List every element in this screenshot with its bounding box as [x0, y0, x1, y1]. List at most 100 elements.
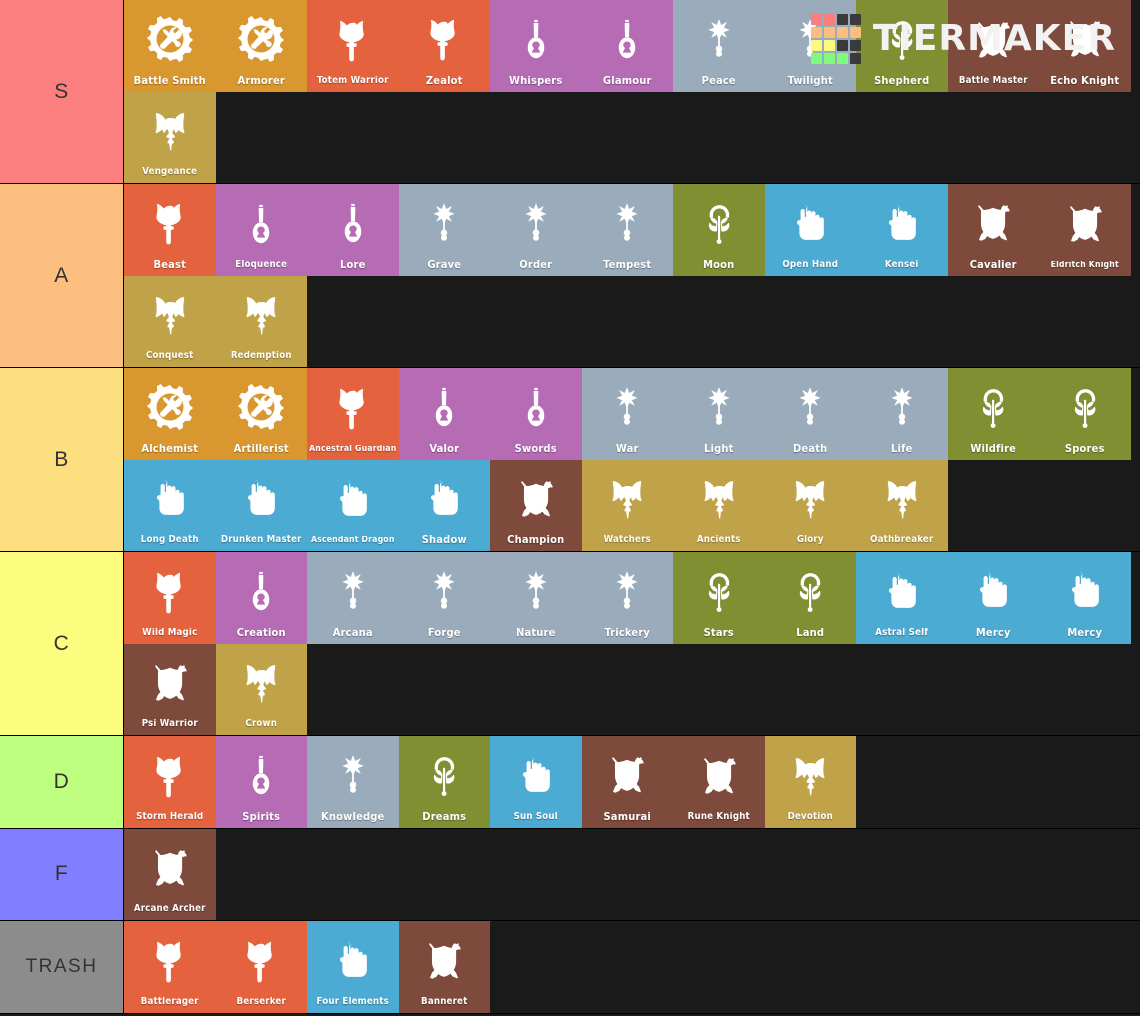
tier-items-d[interactable]: Storm Herald Spirits Knowledge Dreams Su… — [124, 736, 1140, 828]
tier-item-label: Glamour — [602, 74, 652, 87]
druid-staff-icon — [673, 552, 765, 627]
tier-item-tile[interactable]: Moon — [673, 184, 765, 276]
tier-item-tile[interactable]: Death — [764, 368, 856, 460]
tier-item-tile[interactable]: Oathbreaker — [856, 459, 948, 551]
tier-item-tile[interactable]: Forge — [398, 552, 490, 644]
tier-item-tile[interactable]: Mercy — [947, 552, 1039, 644]
fist-icon — [490, 736, 582, 812]
tier-item-label: Alchemist — [141, 442, 199, 455]
tier-item-tile[interactable]: Tempest — [581, 184, 673, 276]
tier-item-tile[interactable]: Spirits — [215, 736, 307, 828]
tier-item-tile[interactable]: Valor — [398, 368, 490, 460]
tier-label-a[interactable]: A — [0, 184, 124, 367]
logo-grid — [810, 14, 861, 64]
tier-item-tile[interactable]: Trickery — [581, 552, 673, 644]
tier-item-tile[interactable]: Ancestral Guardian — [307, 368, 399, 460]
tier-item-tile[interactable]: Watchers — [581, 459, 673, 551]
tier-item-label: Ascendant Dragon — [310, 536, 395, 546]
tier-item-label: Ancients — [696, 535, 741, 546]
tier-item-tile[interactable]: Swords — [490, 368, 582, 460]
holy-mace-icon — [307, 552, 399, 627]
tier-item-tile[interactable]: Conquest — [124, 275, 216, 367]
tier-item-tile[interactable]: Battlerager — [124, 921, 216, 1013]
tier-item-tile[interactable]: Redemption — [215, 275, 307, 367]
tier-item-tile[interactable]: Samurai — [581, 736, 673, 828]
tier-item-tile[interactable]: Astral Self — [856, 552, 948, 644]
tier-items-c[interactable]: Wild Magic Creation Arcana Forge Nature — [124, 552, 1140, 735]
tier-item-tile[interactable]: Glamour — [581, 0, 673, 92]
tier-item-tile[interactable]: Order — [490, 184, 582, 276]
tier-item-tile[interactable]: Nature — [490, 552, 582, 644]
tier-item-tile[interactable]: Stars — [673, 552, 765, 644]
tier-label-b[interactable]: B — [0, 368, 124, 551]
tier-item-tile[interactable]: Spores — [1039, 368, 1131, 460]
tier-label-d[interactable]: D — [0, 736, 124, 828]
tier-item-tile[interactable]: Light — [673, 368, 765, 460]
tier-label-c[interactable]: C — [0, 552, 124, 735]
tier-item-tile[interactable]: Eldritch Knight — [1039, 184, 1131, 276]
tier-label-f[interactable]: F — [0, 828, 124, 920]
tier-item-tile[interactable]: Shadow — [398, 459, 490, 551]
tier-item-tile[interactable]: Drunken Master — [215, 459, 308, 551]
tier-item-tile[interactable]: Armorer — [215, 0, 307, 92]
tier-item-tile[interactable]: Banneret — [398, 921, 490, 1013]
tier-item-tile[interactable]: Crown — [215, 643, 307, 735]
tier-item-tile[interactable]: Knowledge — [307, 736, 399, 828]
tier-item-tile[interactable]: Mercy — [1039, 552, 1131, 644]
tier-items-f[interactable]: Arcane Archer — [124, 828, 1140, 920]
tier-item-tile[interactable]: Dreams — [398, 736, 490, 828]
tier-item-tile[interactable]: Ancients — [673, 459, 765, 551]
tier-item-tile[interactable]: Arcane Archer — [124, 828, 216, 920]
tier-item-tile[interactable]: Creation — [215, 552, 307, 644]
tier-items-trash[interactable]: Battlerager Berserker Four Elements Bann… — [124, 921, 1140, 1013]
tier-item-tile[interactable]: Cavalier — [947, 184, 1039, 276]
tier-item-tile[interactable]: Zealot — [398, 0, 490, 92]
tier-label-s[interactable]: S — [0, 0, 124, 183]
tier-item-tile[interactable]: Long Death — [124, 459, 216, 551]
tier-item-label: Sun Soul — [513, 811, 558, 822]
tier-row-a: A Beast Eloquence Lore Grave Order Tempe… — [0, 184, 1140, 368]
tier-item-tile[interactable]: Totem Warrior — [307, 0, 399, 92]
tier-item-label: Battlerager — [140, 996, 199, 1007]
tier-item-tile[interactable]: Glory — [764, 459, 856, 551]
tier-item-tile[interactable]: Wildfire — [947, 368, 1039, 460]
tier-item-tile[interactable]: Vengeance — [124, 91, 216, 183]
holy-mace-icon — [673, 368, 765, 443]
tier-item-tile[interactable]: Eloquence — [215, 184, 307, 276]
tier-item-tile[interactable]: Storm Herald — [124, 736, 216, 828]
tier-item-tile[interactable]: Lore — [307, 184, 399, 276]
tier-item-tile[interactable]: Alchemist — [124, 368, 216, 460]
tier-item-tile[interactable]: Rune Knight — [673, 736, 765, 828]
tier-items-a[interactable]: Beast Eloquence Lore Grave Order Tempest — [124, 184, 1140, 367]
tier-item-tile[interactable]: Artillerist — [215, 368, 307, 460]
tier-item-tile[interactable]: Four Elements — [307, 921, 399, 1013]
tier-label-trash[interactable]: TRASH — [0, 921, 124, 1013]
tier-item-tile[interactable]: Arcana — [307, 552, 399, 644]
tier-item-tile[interactable]: Champion — [490, 459, 582, 551]
fist-icon — [216, 460, 308, 536]
tier-item-tile[interactable]: Devotion — [764, 736, 856, 828]
tiermaker-logo: TIERMAKER — [810, 14, 1116, 64]
battleaxe-icon — [307, 0, 399, 76]
logo-grid-cell-10 — [836, 40, 848, 51]
tier-item-tile[interactable]: Sun Soul — [490, 736, 582, 828]
tier-item-tile[interactable]: Open Hand — [764, 184, 856, 276]
tier-item-tile[interactable]: Grave — [398, 184, 490, 276]
tier-item-tile[interactable]: Beast — [124, 184, 216, 276]
tier-items-b[interactable]: Alchemist Artillerist Ancestral Guardian… — [124, 368, 1140, 551]
tier-item-tile[interactable]: Wild Magic — [124, 552, 216, 644]
tier-item-tile[interactable]: Kensei — [856, 184, 948, 276]
tier-item-tile[interactable]: Berserker — [215, 921, 307, 1013]
tier-item-tile[interactable]: Land — [764, 552, 856, 644]
horned-helm-icon — [124, 276, 216, 352]
tier-item-tile[interactable]: Psi Warrior — [124, 643, 216, 735]
tier-item-tile[interactable]: Battle Smith — [124, 0, 216, 92]
tier-item-tile[interactable]: War — [581, 368, 673, 460]
tier-item-label: Armorer — [237, 74, 286, 87]
tier-item-label: Wild Magic — [142, 627, 198, 638]
tier-item-tile[interactable]: Peace — [673, 0, 765, 92]
tier-item-tile[interactable]: Life — [856, 368, 948, 460]
tier-item-tile[interactable]: Whispers — [490, 0, 582, 92]
tier-item-tile[interactable]: Ascendant Dragon — [307, 459, 399, 551]
tier-item-label: Valor — [429, 442, 460, 455]
